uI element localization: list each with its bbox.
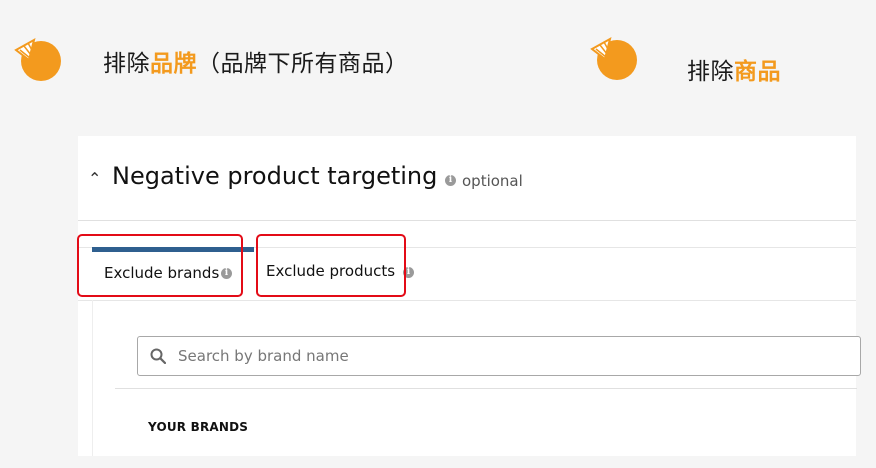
active-tab-indicator <box>92 247 254 252</box>
section-header[interactable]: ⌃ Negative product targeting i optional <box>78 136 856 221</box>
divider <box>115 388 857 389</box>
heading-prefix: 排除 <box>687 59 734 85</box>
tab-exclude-products[interactable]: Exclude products i <box>258 248 414 300</box>
brand-search-box[interactable] <box>137 336 861 376</box>
heading-highlight: 商品 <box>734 59 781 85</box>
slide-header: 排除品牌（品牌下所有商品） 排除商品 <box>0 0 876 120</box>
heading-prefix: 排除 <box>103 51 150 77</box>
pie-chart-icon <box>590 35 640 81</box>
negative-product-targeting-panel: ⌃ Negative product targeting i optional … <box>78 136 861 456</box>
your-brands-heading: YOUR BRANDS <box>148 420 249 434</box>
info-icon[interactable]: i <box>403 267 414 278</box>
tab-label: Exclude products <box>266 262 396 280</box>
exclude-brands-content: YOUR BRANDS <box>92 300 861 456</box>
chevron-up-icon[interactable]: ⌃ <box>88 169 101 188</box>
pie-chart-icon <box>14 36 64 82</box>
optional-label: optional <box>462 172 523 190</box>
heading-suffix: （品牌下所有商品） <box>197 51 409 77</box>
exclude-brands-heading: 排除品牌（品牌下所有商品） <box>103 44 409 78</box>
tab-exclude-brands[interactable]: Exclude brands i <box>92 247 254 300</box>
exclude-products-heading: 排除商品 <box>687 52 781 86</box>
section-title: Negative product targeting <box>112 162 438 190</box>
brand-search-input[interactable] <box>176 341 850 371</box>
info-icon[interactable]: i <box>445 175 456 186</box>
info-icon[interactable]: i <box>221 268 232 279</box>
search-icon <box>150 348 166 364</box>
heading-highlight: 品牌 <box>150 51 197 77</box>
tabs-bar: Exclude brands i Exclude products i <box>78 247 856 301</box>
tab-label: Exclude brands <box>104 264 220 282</box>
